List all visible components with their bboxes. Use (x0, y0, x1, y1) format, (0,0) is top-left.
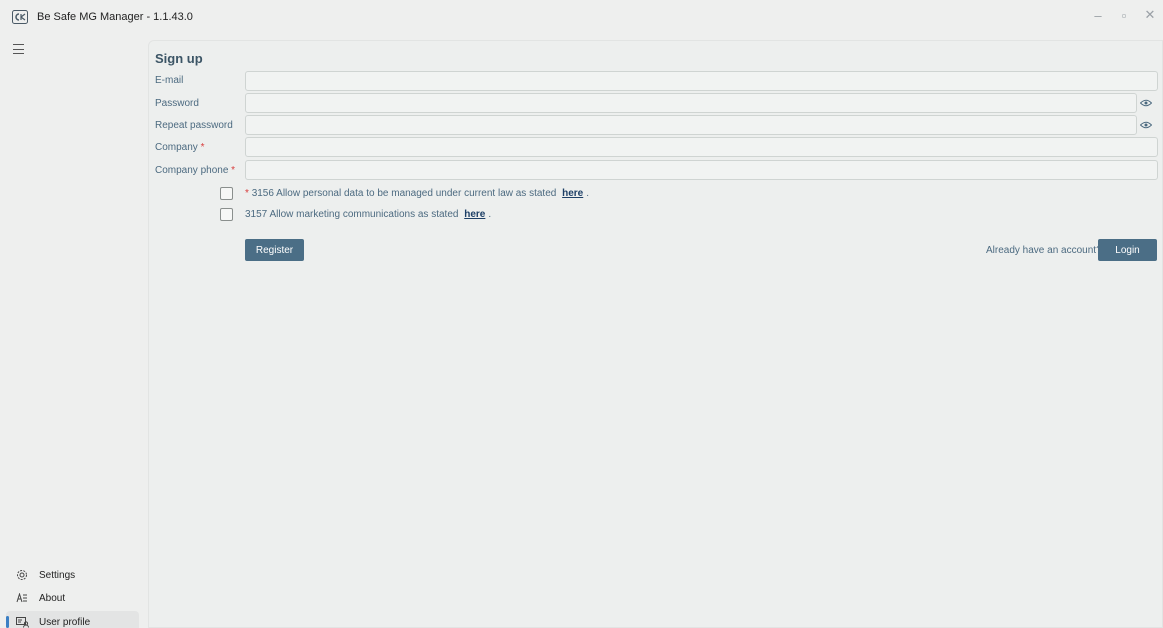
gear-icon (14, 569, 30, 581)
marketing-checkbox[interactable] (220, 208, 233, 221)
user-profile-icon (14, 616, 30, 628)
eye-icon[interactable] (1139, 98, 1153, 108)
hamburger-icon[interactable] (13, 42, 29, 56)
personal-data-consent-text: * 3156 Allow personal data to be managed… (245, 188, 589, 199)
field-label-text: E-mail (155, 75, 184, 86)
field-label-text: Repeat password (155, 120, 233, 131)
email-label: E-mail (155, 75, 183, 86)
field-label-text: Company (155, 142, 198, 153)
password-field[interactable] (245, 93, 1137, 113)
marketing-here-link[interactable]: here (464, 209, 485, 220)
consent-text: 3157 Allow marketing communications as s… (245, 209, 459, 220)
personal-data-checkbox[interactable] (220, 187, 233, 200)
company-phone-label: Company phone * (155, 165, 235, 176)
sidebar-item-label: About (39, 592, 66, 604)
sidebar-item-user-profile[interactable]: User profile (6, 611, 139, 628)
sidebar: Settings About User profile (0, 34, 145, 628)
window-controls: – ▫ ✕ (1085, 0, 1163, 34)
close-button[interactable]: ✕ (1137, 0, 1163, 30)
register-button[interactable]: Register (245, 239, 304, 261)
required-marker: * (245, 188, 249, 199)
required-marker: * (200, 142, 205, 153)
password-label: Password (155, 98, 199, 109)
sidebar-item-label: User profile (39, 616, 91, 628)
window-title: Be Safe MG Manager - 1.1.43.0 (37, 11, 193, 23)
consent-text: 3156 Allow personal data to be managed u… (251, 188, 557, 199)
personal-data-here-link[interactable]: here (562, 188, 583, 199)
sidebar-item-about[interactable]: About (6, 587, 139, 609)
field-label-text: Password (155, 98, 199, 109)
login-button[interactable]: Login (1098, 239, 1157, 261)
company-field[interactable] (245, 137, 1158, 157)
signup-panel: Sign up E-mail Password Repeat password … (148, 40, 1163, 628)
repeat-password-label: Repeat password (155, 120, 233, 131)
repeat-password-field[interactable] (245, 115, 1137, 135)
consent-suffix: . (586, 188, 590, 199)
company-label: Company * (155, 142, 205, 153)
title-bar: Be Safe MG Manager - 1.1.43.0 – ▫ ✕ (0, 0, 1163, 34)
app-logo-icon (12, 10, 28, 24)
sidebar-item-settings[interactable]: Settings (6, 564, 139, 586)
consent-suffix: . (488, 209, 492, 220)
minimize-button[interactable]: – (1085, 0, 1111, 30)
eye-icon[interactable] (1139, 120, 1153, 130)
restore-button[interactable]: ▫ (1111, 0, 1137, 30)
marketing-consent-text: 3157 Allow marketing communications as s… (245, 209, 491, 220)
about-icon (14, 593, 30, 603)
page-title: Sign up (155, 51, 203, 66)
field-label-text: Company phone (155, 165, 229, 176)
have-account-text: Already have an account? (986, 245, 1102, 256)
sidebar-item-label: Settings (39, 569, 76, 581)
company-phone-field[interactable] (245, 160, 1158, 180)
email-field[interactable] (245, 71, 1158, 91)
required-marker: * (231, 165, 236, 176)
